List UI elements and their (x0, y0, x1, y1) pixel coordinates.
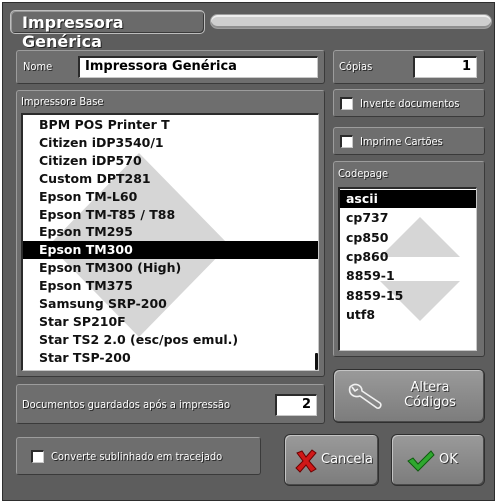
convert-underline-option[interactable]: Converte sublinhado em tracejado (16, 437, 261, 475)
title-tab: Impressora Genérica (10, 10, 205, 51)
list-item[interactable]: 8859-1 (340, 267, 476, 285)
codepage-label: Codepage (338, 167, 389, 180)
list-item[interactable]: Epson TM300 (High) (23, 259, 318, 277)
list-item[interactable]: Star TS2 2.0 (esc/pos emul.) (23, 331, 318, 349)
list-item[interactable]: Citizen iDP3540/1 (23, 134, 318, 152)
base-printer-label: Impressora Base (21, 95, 104, 108)
ok-label: OK (439, 452, 458, 467)
list-item[interactable]: Epson TM-T85 / T88 (23, 206, 318, 224)
invert-docs-label: Inverte documentos (360, 97, 460, 110)
list-item[interactable]: Epson TM300 (23, 241, 318, 260)
list-item[interactable]: cp737 (340, 209, 476, 227)
green-check-icon (407, 450, 435, 472)
saved-docs-panel: Documentos guardados após a impressão 2 (16, 384, 325, 424)
list-item[interactable]: BPM POS Printer T (23, 116, 318, 134)
altera-label: Altera (410, 380, 450, 395)
print-cards-label: Imprime Cartões (360, 135, 443, 148)
list-item[interactable]: cp860 (340, 248, 476, 266)
list-item[interactable]: Samsung SRP-200 (23, 295, 318, 313)
name-panel: Nome Impressora Genérica (16, 50, 325, 84)
printer-dialog: Impressora Genérica Nome Impressora Gené… (2, 2, 495, 501)
list-item[interactable]: utf8 (340, 306, 476, 324)
list-item[interactable]: Star SP210F (23, 313, 318, 331)
invert-docs-checkbox[interactable] (340, 97, 353, 110)
wrench-icon (348, 383, 382, 409)
list-item[interactable]: Custom DPT281 (23, 170, 318, 188)
list-item[interactable]: Epson TM-L60 (23, 188, 318, 206)
base-printer-list[interactable]: BPM POS Printer T Citizen iDP3540/1 Citize… (21, 113, 319, 371)
title-rail (210, 14, 492, 29)
copies-panel: Cópias 1 (333, 50, 485, 84)
list-item[interactable]: ascii (340, 190, 476, 208)
list-item[interactable]: Star TSP-200 (23, 349, 318, 367)
codepage-list[interactable]: ascii cp737 cp850 cp860 8859-1 8859-15 utf8 (338, 187, 477, 351)
copies-label: Cópias (339, 60, 373, 73)
cancel-button[interactable]: Cancela (284, 434, 379, 486)
cancel-label: Cancela (321, 452, 374, 467)
name-input[interactable]: Impressora Genérica (78, 56, 318, 78)
list-item[interactable]: cp850 (340, 229, 476, 247)
list-item[interactable]: Epson TM375 (23, 277, 318, 295)
invert-docs-option[interactable]: Inverte documentos (333, 89, 485, 117)
red-x-icon (295, 449, 317, 473)
list-item[interactable]: 8859-15 (340, 287, 476, 305)
list-item[interactable]: Citizen iDP570 (23, 152, 318, 170)
saved-docs-label: Documentos guardados após a impressão (22, 398, 231, 411)
print-cards-checkbox[interactable] (340, 135, 353, 148)
saved-docs-input[interactable]: 2 (275, 394, 317, 416)
convert-underline-label: Converte sublinhado em tracejado (51, 450, 223, 463)
altera-codigos-button[interactable]: Altera Códigos (333, 369, 485, 423)
codigos-label: Códigos (404, 395, 456, 410)
convert-underline-checkbox[interactable] (31, 450, 44, 463)
name-label: Nome (23, 60, 53, 73)
base-printer-panel: Impressora Base BPM POS Printer T Citizen… (16, 90, 325, 377)
window-title: Impressora Genérica (22, 13, 124, 51)
ok-button[interactable]: OK (391, 434, 485, 486)
copies-input[interactable]: 1 (413, 56, 477, 78)
print-cards-option[interactable]: Imprime Cartões (333, 127, 485, 155)
list-item[interactable]: Epson TM295 (23, 223, 318, 241)
codepage-panel: Codepage ascii cp737 cp850 cp860 8859-1 8859-… (333, 161, 485, 357)
